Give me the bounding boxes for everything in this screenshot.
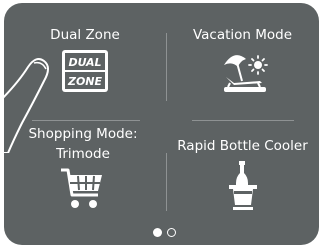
shopping-mode-tile[interactable]: Shopping Mode: Trimode — [4, 117, 162, 217]
divider-horizontal-left — [32, 120, 140, 121]
rapid-bottle-cooler-tile[interactable]: Rapid Bottle Cooler — [166, 117, 319, 217]
page-indicator-dot-1[interactable] — [153, 228, 162, 237]
vacation-mode-tile[interactable]: Vacation Mode — [166, 3, 319, 107]
touch-screen: Dual Zone DUAL ZONE Vacation Mode Shoppi… — [4, 3, 319, 245]
shopping-mode-label-line1: Shopping Mode: — [28, 126, 138, 142]
page-indicator-dot-2[interactable] — [167, 228, 176, 237]
bottle-cooler-icon — [229, 161, 257, 210]
dual-zone-icon-text-bottom: ZONE — [67, 75, 103, 88]
dual-zone-icon-text-top: DUAL — [68, 56, 101, 69]
divider-vertical-top — [166, 33, 167, 101]
vacation-mode-label: Vacation Mode — [192, 27, 293, 43]
shopping-cart-icon — [61, 168, 102, 208]
dual-zone-tile[interactable]: Dual Zone DUAL ZONE — [8, 3, 162, 107]
divider-horizontal-right — [192, 120, 294, 121]
rapid-bottle-cooler-label: Rapid Bottle Cooler — [177, 138, 308, 154]
shopping-mode-label-line2: Trimode — [56, 146, 110, 162]
dual-zone-label: Dual Zone — [50, 27, 120, 43]
divider-vertical-bottom — [166, 153, 167, 211]
dual-zone-icon: DUAL ZONE — [62, 50, 108, 92]
vacation-icon — [224, 55, 268, 92]
